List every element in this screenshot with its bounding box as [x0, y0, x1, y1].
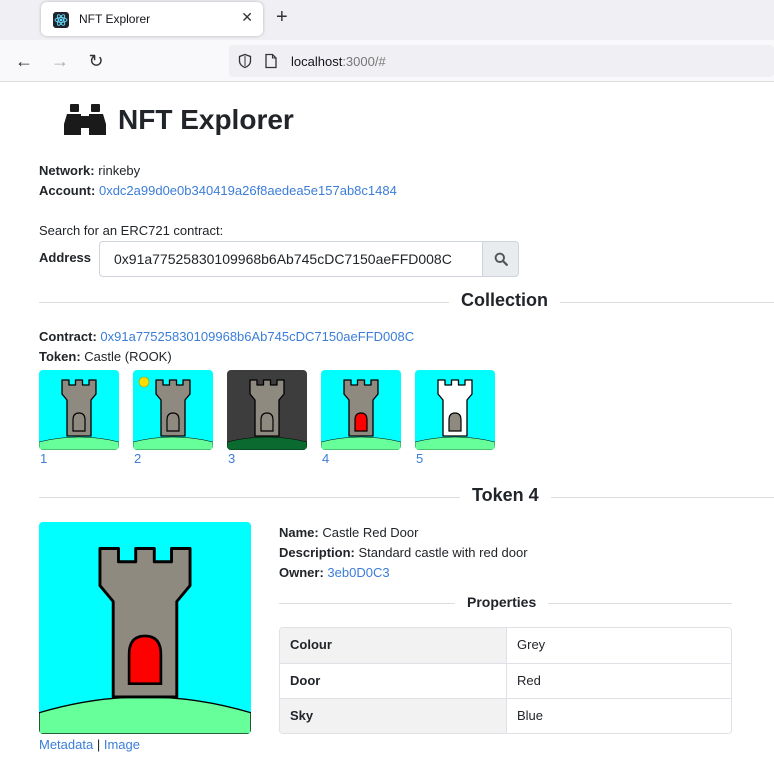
browser-navbar: ← → ↻ localhost:3000/# — [0, 40, 774, 82]
link-separator: | — [96, 737, 101, 752]
token-info: Token: Castle (ROOK) — [39, 349, 172, 364]
back-arrow-icon[interactable]: ← — [13, 50, 35, 72]
collection-heading: Collection — [449, 290, 561, 311]
token-id-link[interactable]: 5 — [416, 451, 423, 466]
token-id-link[interactable]: 1 — [40, 451, 47, 466]
address-input[interactable] — [99, 241, 483, 277]
token-image — [39, 522, 251, 734]
property-value: Grey — [507, 628, 731, 663]
reload-icon[interactable]: ↻ — [85, 50, 107, 72]
url-text[interactable]: localhost:3000/# — [291, 54, 386, 69]
react-icon — [53, 12, 69, 28]
close-icon[interactable]: ✕ — [241, 9, 253, 26]
description-value: Standard castle with red door — [358, 545, 528, 560]
castle-image — [39, 522, 251, 734]
properties-table: Colour Grey Door Red Sky Blue — [279, 627, 732, 734]
token-description: Description: Standard castle with red do… — [279, 545, 528, 560]
token-id-link[interactable]: 2 — [134, 451, 141, 466]
token-thumbnail[interactable] — [133, 370, 213, 450]
collection-divider — [39, 302, 774, 303]
brand: NFT Explorer — [62, 97, 294, 143]
page-icon — [265, 53, 277, 69]
token-name: Name: Castle Red Door — [279, 525, 418, 540]
token-divider — [39, 497, 774, 498]
search-icon — [494, 252, 508, 266]
owner-label: Owner: — [279, 565, 324, 580]
token-thumbnail[interactable] — [39, 370, 119, 450]
property-row: Sky Blue — [280, 698, 731, 733]
contract-link[interactable]: 0x91a77525830109968b6Ab745cDC7150aeFFD00… — [100, 329, 414, 344]
browser-tabbar: NFT Explorer ✕ + — [0, 0, 774, 40]
description-label: Description: — [279, 545, 355, 560]
name-value: Castle Red Door — [322, 525, 419, 540]
account-info: Account: 0xdc2a99d0e0b340419a26f8aedea5e… — [39, 183, 397, 198]
network-value: rinkeby — [98, 163, 141, 178]
token-thumbnail[interactable] — [415, 370, 495, 450]
app-title: NFT Explorer — [118, 104, 294, 135]
binoculars-icon — [64, 104, 106, 135]
shield-icon[interactable] — [237, 53, 253, 69]
search-button[interactable] — [482, 241, 519, 277]
token-heading: Token 4 — [460, 485, 551, 506]
metadata-link[interactable]: Metadata — [39, 737, 93, 752]
property-row: Colour Grey — [280, 628, 731, 663]
property-row: Door Red — [280, 663, 731, 698]
token-thumbnail[interactable] — [227, 370, 307, 450]
token-id-link[interactable]: 3 — [228, 451, 235, 466]
tab-title: NFT Explorer — [79, 12, 151, 26]
property-value: Blue — [507, 699, 731, 733]
token-id-link[interactable]: 4 — [322, 451, 329, 466]
url-bar[interactable]: localhost:3000/# — [229, 45, 774, 77]
token-label: Token: — [39, 349, 81, 364]
contract-info: Contract: 0x91a77525830109968b6Ab745cDC7… — [39, 329, 414, 344]
account-link[interactable]: 0xdc2a99d0e0b340419a26f8aedea5e157ab8c14… — [99, 183, 397, 198]
name-label: Name: — [279, 525, 319, 540]
account-label: Account: — [39, 183, 96, 198]
token-thumbnail[interactable] — [321, 370, 401, 450]
properties-heading: Properties — [455, 594, 549, 610]
browser-tab[interactable]: NFT Explorer ✕ — [41, 2, 263, 36]
token-owner: Owner: 3eb0D0C3 — [279, 565, 390, 580]
network-label: Network: — [39, 163, 95, 178]
owner-link[interactable]: 3eb0D0C3 — [327, 565, 389, 580]
image-link[interactable]: Image — [104, 737, 140, 752]
property-key: Colour — [280, 628, 507, 663]
address-label: Address — [39, 250, 92, 265]
search-prompt: Search for an ERC721 contract: — [39, 223, 224, 238]
image-links: Metadata | Image — [39, 737, 140, 752]
network-info: Network: rinkeby — [39, 163, 140, 178]
property-key: Door — [280, 664, 507, 698]
token-value: Castle (ROOK) — [84, 349, 172, 364]
contract-label: Contract: — [39, 329, 97, 344]
forward-arrow-icon[interactable]: → — [49, 50, 71, 72]
property-value: Red — [507, 664, 731, 698]
property-key: Sky — [280, 699, 507, 733]
new-tab-icon[interactable]: + — [276, 6, 288, 29]
